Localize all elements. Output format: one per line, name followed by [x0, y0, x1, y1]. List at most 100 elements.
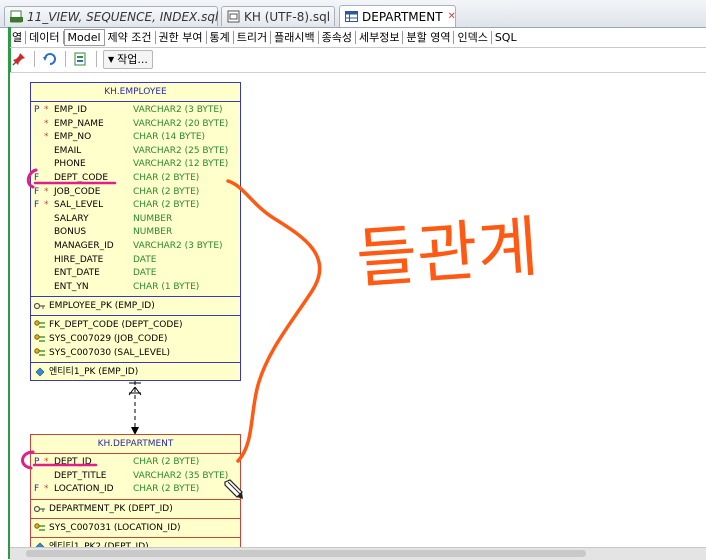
column-row[interactable]: MANAGER_ID VARCHAR2 (3 BYTE): [31, 240, 240, 254]
subtab-grants[interactable]: 권한 부여: [156, 31, 207, 44]
tab-label: KH (UTF-8).sql: [244, 9, 331, 24]
actions-menu-label: 작업...: [117, 53, 148, 66]
subtab-model[interactable]: Model: [63, 29, 105, 46]
constraint-row[interactable]: EMPLOYEE_PK (EMP_ID): [31, 299, 240, 313]
scrollbar-thumb[interactable]: [26, 550, 586, 557]
tab-sql-file[interactable]: 11_VIEW, SEQUENCE, INDEX.sql: [4, 6, 218, 26]
constraint-row[interactable]: SYS_C007030 (SAL_LEVEL): [31, 346, 240, 360]
column-name: DEPT_CODE: [54, 172, 109, 183]
column-row[interactable]: * EMP_NAME VARCHAR2 (20 BYTE): [31, 118, 240, 132]
index-row[interactable]: 엔티티1_PK (EMP_ID): [31, 365, 240, 379]
column-key-flag: F: [34, 200, 40, 211]
editor-tab-bar: 11_VIEW, SEQUENCE, INDEX.sql KH (UTF-8).…: [0, 0, 706, 28]
column-name: EMP_ID: [54, 105, 87, 115]
column-key-flag: F: [34, 172, 40, 183]
column-row[interactable]: DEPT_TITLE VARCHAR2 (35 BYTE): [31, 470, 240, 484]
column-type: VARCHAR2 (25 BYTE): [133, 145, 229, 156]
sql-worksheet-icon: [227, 10, 240, 23]
subtab-columns[interactable]: 열: [10, 31, 27, 44]
column-name: MANAGER_ID: [54, 240, 114, 251]
key-icon: [34, 303, 45, 310]
subtab-data[interactable]: 데이터: [26, 31, 64, 44]
column-type: VARCHAR2 (20 BYTE): [133, 118, 229, 129]
subtab-indexes[interactable]: 인덱스: [454, 31, 492, 44]
column-row[interactable]: SALARY NUMBER: [31, 213, 240, 227]
column-type: VARCHAR2 (3 BYTE): [133, 240, 223, 251]
column-key-flag: P: [34, 105, 40, 115]
subtab-flashback[interactable]: 플래시백: [271, 31, 319, 44]
entity-employee[interactable]: KH.EMPLOYEE P * EMP_ID VARCHAR2 (3 BYTE) * EM…: [30, 82, 241, 381]
column-type: CHAR (2 BYTE): [133, 200, 200, 211]
constraint-row[interactable]: SYS_C007029 (JOB_CODE): [31, 332, 240, 346]
entity-department[interactable]: KH.DEPARTMENT P * DEPT_ID CHAR (2 BYTE) DEPT…: [30, 434, 241, 548]
column-required-flag: *: [44, 132, 49, 143]
constraint-row[interactable]: DEPARTMENT_PK (DEPT_ID): [31, 502, 240, 516]
tab-department[interactable]: DEPARTMENT ✕: [339, 5, 456, 27]
close-icon[interactable]: ✕: [448, 11, 456, 22]
model-diagram-canvas[interactable]: KH.EMPLOYEE P * EMP_ID VARCHAR2 (3 BYTE) * EM…: [10, 72, 706, 548]
column-name: ENT_DATE: [54, 268, 100, 279]
column-required-flag: *: [44, 118, 49, 129]
column-name: SAL_LEVEL: [54, 200, 104, 211]
column-key-flag: P: [34, 457, 40, 467]
column-required-flag: *: [44, 484, 49, 495]
column-row[interactable]: ENT_DATE DATE: [31, 267, 240, 281]
column-required-flag: *: [44, 105, 49, 115]
subtab-partitions[interactable]: 분할 영역: [403, 31, 455, 44]
column-row[interactable]: F * JOB_CODE CHAR (2 BYTE): [31, 186, 240, 200]
column-name: PHONE: [54, 159, 86, 170]
column-name: BONUS: [54, 227, 87, 238]
column-type: CHAR (14 BYTE): [133, 132, 206, 143]
primary-key-section: EMPLOYEE_PK (EMP_ID): [31, 296, 240, 315]
pin-button[interactable]: [10, 50, 28, 68]
relationship-line[interactable]: [122, 379, 152, 437]
subtab-dependencies[interactable]: 종속성: [319, 31, 356, 44]
subtab-constraints[interactable]: 제약 조건: [105, 31, 156, 44]
subtab-details[interactable]: 세부정보: [356, 31, 404, 44]
column-name: SALARY: [54, 213, 89, 224]
column-row[interactable]: BONUS NUMBER: [31, 226, 240, 240]
column-type: VARCHAR2 (3 BYTE): [133, 105, 223, 115]
column-row[interactable]: F DEPT_CODE CHAR (2 BYTE): [31, 172, 240, 186]
column-row[interactable]: P * DEPT_ID CHAR (2 BYTE): [31, 456, 240, 470]
column-row[interactable]: ENT_YN CHAR (1 BYTE): [31, 281, 240, 295]
column-type: CHAR (2 BYTE): [133, 484, 200, 495]
column-name: LOCATION_ID: [54, 484, 114, 495]
column-type: DATE: [133, 254, 157, 265]
column-name: EMP_NAME: [54, 118, 104, 129]
column-row[interactable]: HIRE_DATE DATE: [31, 254, 240, 268]
column-row[interactable]: F * LOCATION_ID CHAR (2 BYTE): [31, 483, 240, 497]
constraint-row[interactable]: FK_DEPT_CODE (DEPT_CODE): [31, 318, 240, 332]
refresh-button[interactable]: [41, 50, 59, 68]
subtab-triggers[interactable]: 트리거: [234, 31, 272, 44]
column-name: HIRE_DATE: [54, 254, 104, 265]
table-icon: [345, 11, 358, 22]
column-row[interactable]: F * SAL_LEVEL CHAR (2 BYTE): [31, 199, 240, 213]
column-type: VARCHAR2 (12 BYTE): [133, 159, 229, 170]
column-key-flag: F: [34, 186, 40, 197]
tab-label: 11_VIEW, SEQUENCE, INDEX.sql: [27, 9, 219, 24]
foreign-key-icon: [34, 523, 45, 531]
toolbar-separator: [34, 51, 35, 67]
toolbar-separator: [96, 51, 97, 67]
key-icon: [34, 505, 45, 512]
subtab-sql[interactable]: SQL: [492, 31, 520, 44]
constraint-row[interactable]: SYS_C007031 (LOCATION_ID): [31, 521, 240, 535]
column-required-flag: *: [44, 457, 49, 467]
column-row[interactable]: * EMP_NO CHAR (14 BYTE): [31, 131, 240, 145]
subtab-statistics[interactable]: 통계: [207, 31, 234, 44]
column-row[interactable]: PHONE VARCHAR2 (12 BYTE): [31, 158, 240, 172]
horizontal-scrollbar[interactable]: [10, 547, 706, 560]
entity-title: KH.DEPARTMENT: [31, 435, 240, 454]
entity-columns: P * EMP_ID VARCHAR2 (3 BYTE) * EMP_NAME VARCHA…: [31, 102, 240, 296]
export-button[interactable]: [72, 50, 90, 68]
column-row[interactable]: P * EMP_ID VARCHAR2 (3 BYTE): [31, 104, 240, 118]
actions-menu-button[interactable]: ▼ 작업...: [103, 49, 153, 69]
column-type: NUMBER: [133, 213, 173, 224]
pin-icon: [12, 53, 25, 66]
column-required-flag: *: [44, 186, 49, 197]
tab-kh-worksheet[interactable]: KH (UTF-8).sql: [221, 6, 335, 26]
column-required-flag: *: [44, 200, 49, 211]
object-sub-tabs: 열 데이터 Model 제약 조건 권한 부여 통계 트리거 플래시백 종속성 …: [10, 28, 706, 48]
column-row[interactable]: EMAIL VARCHAR2 (25 BYTE): [31, 145, 240, 159]
